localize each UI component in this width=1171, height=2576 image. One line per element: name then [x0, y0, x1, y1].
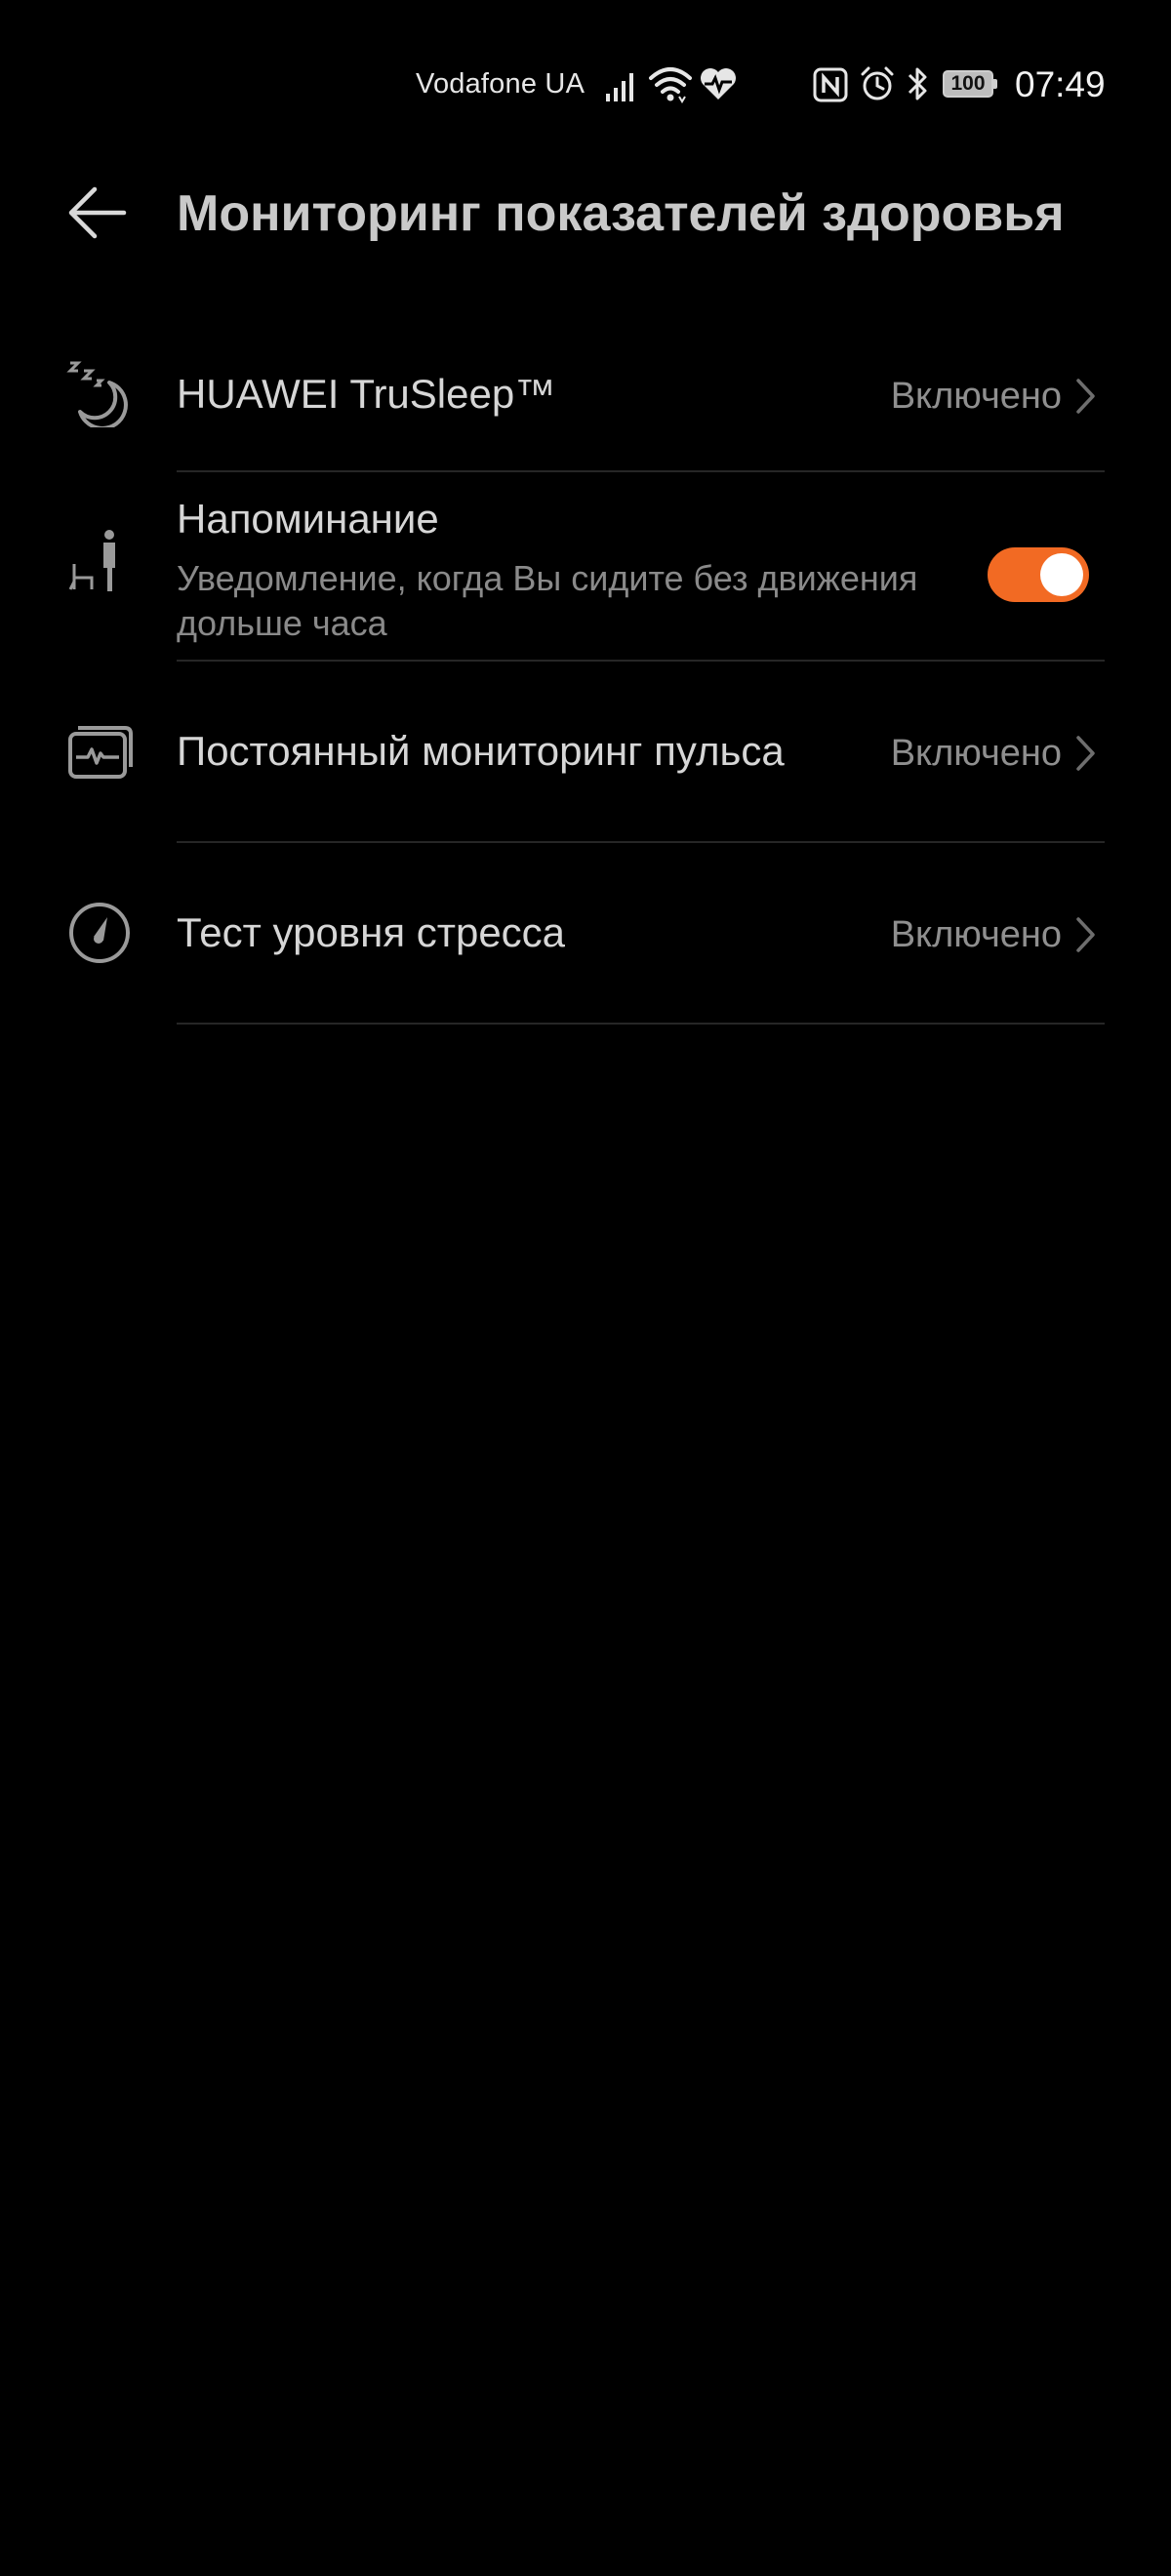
stress-status: Включено — [890, 914, 1062, 955]
setting-pulse-monitoring[interactable]: Постоянный мониторинг пульса Включено — [0, 662, 1171, 843]
reminder-toggle[interactable] — [988, 547, 1089, 602]
sitting-person-icon — [59, 521, 141, 603]
settings-list: HUAWEI TruSleep™ Включено Напоминание Ув… — [0, 312, 1171, 1025]
back-button[interactable] — [59, 176, 137, 254]
sleep-moon-icon — [59, 351, 141, 433]
pulse-status: Включено — [890, 733, 1062, 774]
setting-reminder[interactable]: Напоминание Уведомление, когда Вы сидите… — [0, 472, 1171, 662]
status-bar: Vodafone UA 100 07:49 — [0, 0, 1171, 176]
setting-trusleep[interactable]: HUAWEI TruSleep™ Включено — [0, 312, 1171, 472]
bluetooth-icon — [906, 64, 931, 108]
trusleep-status: Включено — [890, 376, 1062, 417]
stress-title: Тест уровня стресса — [177, 909, 566, 955]
chevron-right-icon — [1071, 734, 1101, 773]
wifi-icon — [648, 64, 693, 110]
heart-rate-monitor-icon — [59, 710, 141, 792]
clock: 07:49 — [1015, 64, 1106, 104]
battery-level: 100 — [950, 72, 986, 95]
toggle-knob — [1040, 553, 1083, 596]
stress-gauge-icon — [59, 892, 141, 974]
setting-stress-test[interactable]: Тест уровня стресса Включено — [0, 843, 1171, 1025]
arrow-left-icon — [67, 185, 128, 245]
heart-rate-icon — [699, 66, 738, 106]
carrier-name: Vodafone UA — [416, 68, 586, 100]
divider — [177, 1023, 1105, 1025]
signal-icon — [604, 68, 639, 108]
reminder-title: Напоминание — [177, 496, 439, 542]
chevron-right-icon — [1071, 377, 1101, 416]
nfc-icon — [812, 66, 849, 108]
trusleep-title: HUAWEI TruSleep™ — [177, 371, 556, 417]
alarm-icon — [859, 65, 896, 107]
pulse-title: Постоянный мониторинг пульса — [177, 728, 785, 774]
page-title: Мониторинг показателей здоровья — [177, 185, 1065, 242]
battery-icon: 100 — [943, 70, 997, 100]
reminder-subtitle: Уведомление, когда Вы сидите без движени… — [177, 558, 918, 643]
chevron-right-icon — [1071, 915, 1101, 954]
